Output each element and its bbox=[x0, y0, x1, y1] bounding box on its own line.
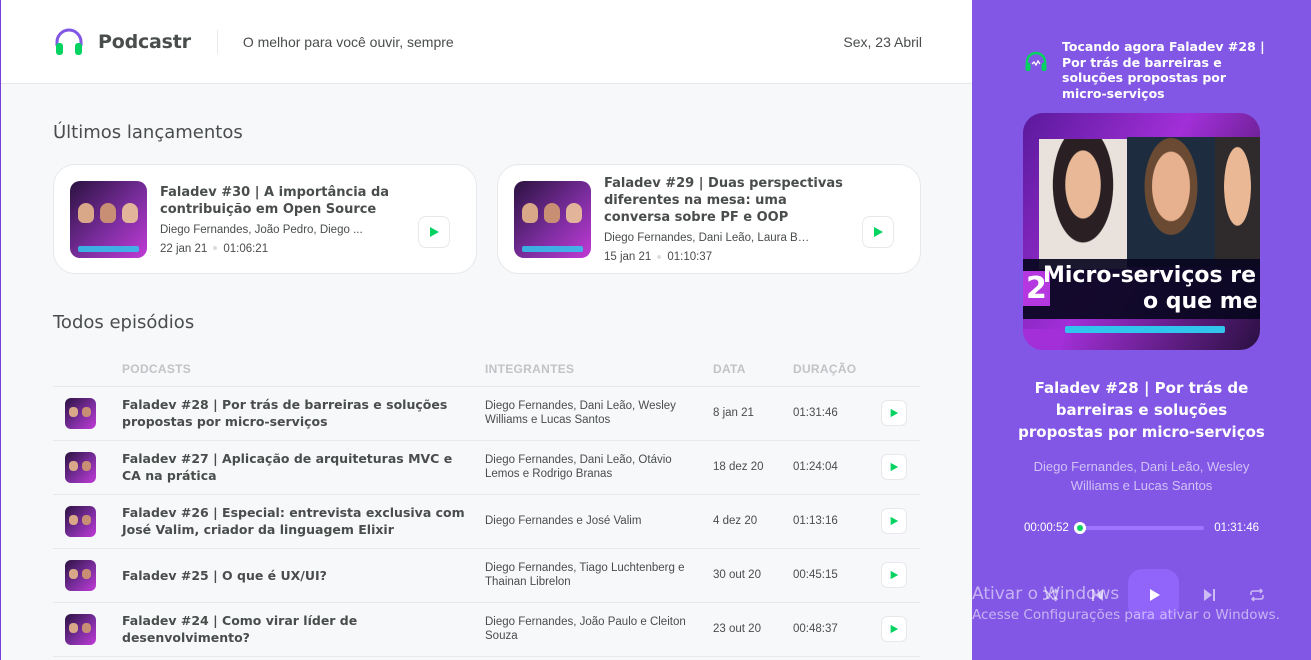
episode-duration: 01:10:37 bbox=[667, 251, 713, 263]
play-episode-button[interactable] bbox=[862, 216, 894, 248]
episode-title[interactable]: Faladev #30 | A importância da contribui… bbox=[160, 184, 400, 218]
windows-activation-watermark: Ativar o Windows Acesse Configurações pa… bbox=[972, 584, 1280, 623]
column-header bbox=[881, 352, 920, 387]
header-divider bbox=[216, 29, 218, 54]
play-icon bbox=[430, 227, 439, 237]
episode-duration: 01:31:46 bbox=[793, 386, 881, 441]
play-episode-button[interactable] bbox=[881, 454, 907, 480]
play-episode-button[interactable] bbox=[881, 616, 907, 642]
watermark-title: Ativar o Windows bbox=[972, 584, 1120, 604]
table-row: Faladev #28 | Por trás de barreiras e so… bbox=[53, 386, 920, 441]
episode-title[interactable]: Faladev #26 | Especial: entrevista exclu… bbox=[122, 494, 485, 549]
now-playing: Tocando agora Faladev #28 | Por trás de … bbox=[1023, 39, 1268, 101]
episodes-table: Podcasts Integrantes Data Duração Falade… bbox=[53, 352, 920, 657]
episode-date: 30 out 20 bbox=[713, 548, 793, 603]
cover-text-line-1: Micro-serviços re bbox=[1043, 263, 1256, 288]
episode-meta: 22 jan 21 01:06:21 bbox=[160, 243, 400, 255]
episode-thumbnail bbox=[65, 397, 96, 429]
episode-thumbnail bbox=[65, 505, 96, 537]
play-icon bbox=[890, 516, 899, 526]
play-icon bbox=[890, 408, 899, 418]
current-date: Sex, 23 Abril bbox=[843, 33, 922, 50]
latest-episode-card[interactable]: Faladev #29 | Duas perspectivas diferent… bbox=[497, 164, 921, 274]
table-row: Faladev #24 | Como virar líder de desenv… bbox=[53, 602, 920, 657]
episode-members: Diego Fernandes, Dani Leão, Wesley Willi… bbox=[485, 386, 713, 441]
progress-slider[interactable] bbox=[1074, 522, 1205, 534]
logo-text: Podcastr bbox=[98, 30, 191, 53]
episode-members: Diego Fernandes, Tiago Luchtenberg e Tha… bbox=[485, 548, 713, 603]
episode-title[interactable]: Faladev #27 | Aplicação de arquiteturas … bbox=[122, 440, 485, 495]
episode-duration: 00:45:15 bbox=[793, 548, 881, 603]
total-time: 01:31:46 bbox=[1214, 522, 1259, 534]
episode-title[interactable]: Faladev #28 | Por trás de barreiras e so… bbox=[122, 386, 485, 441]
play-episode-button[interactable] bbox=[881, 562, 907, 588]
episode-date: 22 jan 21 bbox=[160, 242, 208, 255]
episode-thumbnail bbox=[70, 180, 147, 258]
episode-thumbnail bbox=[65, 613, 96, 645]
progress-bar: 00:00:52 01:31:46 bbox=[1024, 522, 1259, 534]
episode-title[interactable]: Faladev #24 | Como virar líder de desenv… bbox=[122, 602, 485, 657]
watermark-subtitle: Acesse Configurações para ativar o Windo… bbox=[972, 607, 1280, 623]
now-playing-text: Tocando agora Faladev #28 | Por trás de … bbox=[1062, 39, 1265, 101]
play-icon bbox=[890, 462, 899, 472]
episode-members: Diego Fernandes, Dani Leão, Laura Beat..… bbox=[604, 232, 814, 244]
play-icon bbox=[890, 624, 899, 634]
episode-members: Diego Fernandes e José Valim bbox=[485, 494, 713, 549]
episode-details: Faladev #29 | Duas perspectivas diferent… bbox=[604, 175, 844, 263]
logo[interactable]: Podcastr bbox=[53, 26, 191, 58]
episode-cover: 2 Micro-serviços re o que me bbox=[1023, 113, 1260, 350]
episode-members: Diego Fernandes, João Pedro, Diego ... bbox=[160, 223, 363, 236]
episode-duration: 01:24:04 bbox=[793, 440, 881, 495]
episode-date: 15 jan 21 bbox=[604, 251, 652, 263]
episode-members: Diego Fernandes, João Paulo e Cleiton So… bbox=[485, 602, 713, 657]
episode-date: 8 jan 21 bbox=[713, 386, 793, 441]
episode-title[interactable]: Faladev #29 | Duas perspectivas diferent… bbox=[604, 175, 844, 226]
episode-title[interactable]: Faladev #25 | O que é UX/UI? bbox=[122, 548, 485, 603]
episode-date: 23 out 20 bbox=[713, 602, 793, 657]
tagline: O melhor para você ouvir, sempre bbox=[242, 33, 454, 50]
table-row: Faladev #25 | O que é UX/UI? Diego Ferna… bbox=[53, 548, 920, 603]
play-icon bbox=[890, 570, 899, 580]
column-header-podcasts: Podcasts bbox=[122, 352, 485, 387]
header: Podcastr O melhor para você ouvir, sempr… bbox=[1, 0, 972, 84]
play-icon bbox=[874, 227, 883, 237]
all-episodes-title: Todos episódios bbox=[53, 312, 195, 333]
episode-duration: 00:48:37 bbox=[793, 602, 881, 657]
progress-handle[interactable] bbox=[1074, 522, 1087, 534]
play-episode-button[interactable] bbox=[881, 400, 907, 426]
episode-meta: 15 jan 21 01:10:37 bbox=[604, 251, 844, 263]
cover-text-line-2: o que me bbox=[1143, 289, 1258, 314]
episode-thumbnail bbox=[65, 451, 96, 483]
player-episode-title: Faladev #28 | Por trás de barreiras e so… bbox=[1018, 379, 1265, 441]
episode-date: 4 dez 20 bbox=[713, 494, 793, 549]
table-row: Faladev #26 | Especial: entrevista exclu… bbox=[53, 494, 920, 549]
column-header-members: Integrantes bbox=[485, 352, 713, 387]
meta-dot bbox=[657, 254, 662, 259]
player-episode-members: Diego Fernandes, Dani Leão, Wesley Willi… bbox=[1033, 459, 1250, 493]
play-episode-button[interactable] bbox=[881, 508, 907, 534]
episode-date: 18 dez 20 bbox=[713, 440, 793, 495]
meta-dot bbox=[213, 246, 218, 251]
episode-members: Diego Fernandes, Dani Leão, Otávio Lemos… bbox=[485, 440, 713, 495]
episode-details: Faladev #30 | A importância da contribui… bbox=[160, 184, 400, 255]
latest-episodes: Faladev #30 | A importância da contribui… bbox=[53, 164, 921, 274]
player-panel: Tocando agora Faladev #28 | Por trás de … bbox=[972, 0, 1311, 660]
episode-duration: 01:06:21 bbox=[223, 242, 269, 255]
column-header-duration: Duração bbox=[793, 352, 881, 387]
current-time: 00:00:52 bbox=[1024, 522, 1069, 534]
headphones-icon bbox=[1025, 51, 1047, 71]
table-header-row: Podcasts Integrantes Data Duração bbox=[53, 352, 920, 387]
content: Últimos lançamentos Faladev #30 | A impo… bbox=[1, 122, 972, 657]
main-area: Podcastr O melhor para você ouvir, sempr… bbox=[0, 0, 972, 660]
play-episode-button[interactable] bbox=[418, 216, 450, 248]
column-header-date: Data bbox=[713, 352, 793, 387]
headphones-icon bbox=[55, 28, 83, 55]
episode-duration: 01:13:16 bbox=[793, 494, 881, 549]
table-row: Faladev #27 | Aplicação de arquiteturas … bbox=[53, 440, 920, 495]
episode-thumbnail bbox=[65, 559, 96, 591]
latest-episode-card[interactable]: Faladev #30 | A importância da contribui… bbox=[53, 164, 477, 274]
episode-thumbnail bbox=[514, 180, 591, 258]
latest-title: Últimos lançamentos bbox=[53, 122, 243, 143]
column-header bbox=[53, 352, 122, 387]
